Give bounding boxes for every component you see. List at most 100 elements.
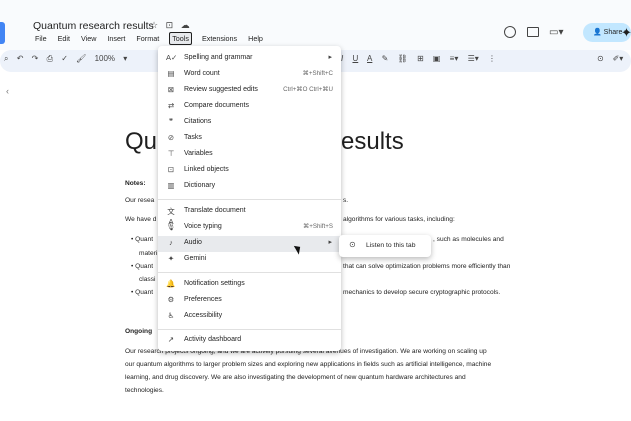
line-spacing-icon[interactable]: ☰▾ (468, 54, 479, 63)
spellcheck-icon[interactable]: ✓ (61, 54, 68, 63)
gemini-icon[interactable]: ✦ (621, 25, 631, 41)
menu-item-label: Word count (184, 70, 220, 77)
menu-item-label: Tasks (184, 134, 202, 141)
notes-label: Notes: (125, 180, 146, 187)
redo-icon[interactable]: ↷ (32, 54, 39, 63)
menu-item-compare-documents[interactable]: ⇄ Compare documents (158, 99, 341, 115)
dictionary-icon: ▥ (167, 181, 175, 190)
menu-item-gemini[interactable]: ✦ Gemini (158, 252, 341, 268)
menu-item-shortcut: ⌘+Shift+S (303, 223, 333, 230)
menu-item-label: Spelling and grammar (184, 54, 253, 61)
gemini-toolbar-icon[interactable]: ⊙ (597, 54, 604, 63)
menu-item-label: Gemini (184, 255, 207, 262)
chevron-right-icon: ▸ (328, 239, 332, 246)
paragraph-1-tail: s. (343, 197, 349, 204)
linked-objects-icon: ⊡ (167, 165, 175, 174)
bullet-3-text: Quant (135, 289, 154, 296)
menu-item-label: Voice typing (184, 223, 222, 230)
menu-help[interactable]: Help (247, 33, 264, 44)
people-icon: 👤 (593, 29, 604, 36)
menu-item-translate-document[interactable]: 文A Translate document (158, 204, 341, 226)
listen-icon: ⊙ (349, 240, 356, 249)
compare-icon: ⇄ (167, 101, 175, 110)
search-menus-icon[interactable]: ⌕ (4, 54, 8, 63)
final-paragraph-line-4: technologies. (125, 387, 164, 394)
cloud-status-icon[interactable]: ☁ (181, 20, 190, 30)
editing-mode-icon[interactable]: ✐▾ (613, 54, 624, 63)
bullet-2-text: Quant (135, 263, 154, 270)
menu-item-notification-settings[interactable]: 🔔 Notification settings (158, 277, 341, 293)
menu-item-word-count[interactable]: ▤ Word count ⌘+Shift+C (158, 67, 341, 83)
link-icon[interactable]: ⛓ (398, 54, 408, 63)
menu-item-citations[interactable]: ❞ Citations (158, 115, 341, 131)
menu-item-dictionary[interactable]: ▥ Dictionary (158, 179, 341, 195)
move-folder-icon[interactable]: ⊡ (166, 20, 174, 30)
highlight-icon[interactable]: ✎ (382, 54, 389, 63)
comments-icon[interactable] (527, 27, 539, 37)
menu-item-audio[interactable]: ♪ Audio ▸ (158, 236, 341, 252)
meet-icon[interactable]: ▭▾ (549, 27, 563, 38)
more-options-icon[interactable]: ⋮ (488, 54, 496, 63)
menu-extensions[interactable]: Extensions (201, 33, 238, 44)
print-icon[interactable]: ⎙ (47, 54, 53, 63)
menu-item-variables[interactable]: ⊤ Variables (158, 147, 341, 163)
menu-item-accessibility[interactable]: ♿ Accessibility (158, 309, 341, 325)
menu-separator (158, 199, 341, 200)
menu-tools[interactable]: Tools (169, 32, 192, 45)
menu-file[interactable]: File (34, 33, 48, 44)
word-count-icon: ▤ (167, 69, 175, 78)
bullet-1-text: Quant (135, 236, 154, 243)
align-icon[interactable]: ≡▾ (450, 54, 459, 63)
title-icons: ☆ ⊡ ☁ (150, 20, 195, 31)
activity-icon: ↗ (167, 335, 175, 344)
paragraph-1: Our resea (125, 197, 155, 204)
audio-icon: ♪ (169, 238, 173, 247)
text-color-icon[interactable]: A (367, 54, 372, 63)
menu-item-review-suggested-edits[interactable]: ⊠ Review suggested edits Ctrl+⌘O Ctrl+⌘U (158, 83, 341, 99)
menu-item-label: Compare documents (184, 102, 249, 109)
italic-icon[interactable]: I (341, 54, 343, 63)
menu-item-label: Variables (184, 150, 213, 157)
menu-item-tasks[interactable]: ⊘ Tasks (158, 131, 341, 147)
menu-edit[interactable]: Edit (57, 33, 71, 44)
bullet-1-tail: , such as molecules and (433, 236, 504, 243)
menu-item-label: Accessibility (184, 312, 223, 319)
underline-icon[interactable]: U (352, 54, 358, 63)
menu-format[interactable]: Format (135, 33, 160, 44)
bullet-3: • Quant (131, 289, 154, 296)
bullet-2: • Quant (131, 263, 154, 270)
paint-format-icon[interactable]: 🖌 (76, 54, 86, 63)
insert-comment-icon[interactable]: ⊞ (417, 54, 424, 63)
menu-item-voice-typing[interactable]: 🎙 Voice typing ⌘+Shift+S (158, 220, 341, 236)
menu-item-label: Linked objects (184, 166, 229, 173)
docs-logo-icon[interactable] (0, 22, 5, 44)
chevron-down-icon[interactable]: ▾ (123, 54, 127, 63)
menu-separator (158, 329, 341, 330)
document-heading: Qu (125, 128, 158, 155)
toolbar-right: I U A ✎ ⛓ ⊞ ▣ ≡▾ ☰▾ ⋮ (341, 54, 503, 63)
menu-item-activity-dashboard[interactable]: ↗ Activity dashboard (158, 333, 341, 349)
submenu-item-listen-to-tab[interactable]: Listen to this tab (366, 242, 416, 249)
insert-image-icon[interactable]: ▣ (433, 54, 441, 63)
variables-icon: ⊤ (167, 149, 175, 158)
document-title[interactable]: Quantum research results (33, 20, 154, 32)
share-label: Share (603, 29, 623, 36)
microphone-icon: 🎙 (166, 222, 176, 231)
version-history-icon[interactable] (504, 26, 516, 38)
menu-item-label: Notification settings (184, 280, 245, 287)
zoom-select[interactable]: 100% (95, 54, 115, 63)
menu-insert[interactable]: Insert (106, 33, 126, 44)
menu-item-label: Dictionary (184, 182, 216, 189)
menu-item-preferences[interactable]: ⚙ Preferences (158, 293, 341, 309)
paragraph-2-tail: algorithms for various tasks, including: (343, 216, 455, 223)
menu-item-linked-objects[interactable]: ⊡ Linked objects (158, 163, 341, 179)
bullet-2-tail: that can solve optimization problems mor… (343, 263, 511, 270)
menu-view[interactable]: View (80, 33, 97, 44)
star-icon[interactable]: ☆ (150, 20, 158, 30)
undo-icon[interactable]: ↶ (17, 54, 24, 63)
title-bar: Quantum research results ☆ ⊡ ☁ File Edit… (0, 0, 631, 50)
chevron-right-icon: ▸ (328, 54, 332, 61)
menu-item-spelling-grammar[interactable]: A✓ Spelling and grammar ▸ (158, 51, 341, 67)
menu-item-label: Audio (184, 239, 202, 246)
gemini-icon: ✦ (167, 254, 175, 263)
